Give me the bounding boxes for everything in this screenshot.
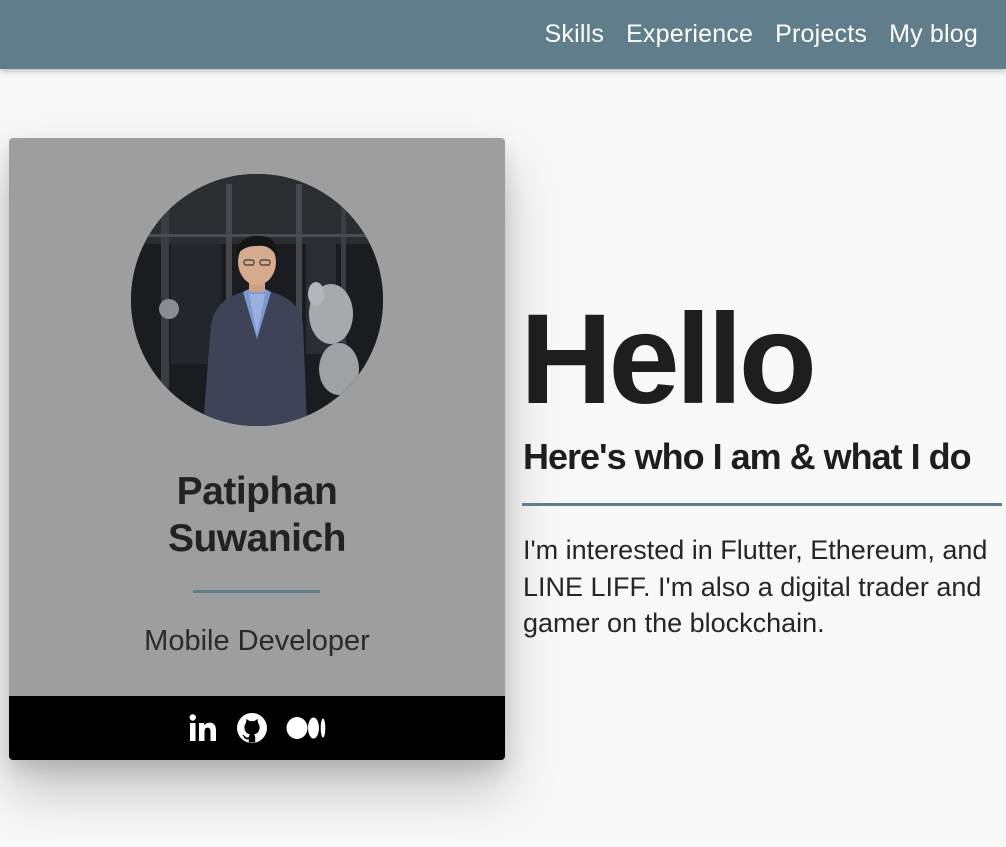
github-icon[interactable] — [236, 712, 268, 744]
hero-bio: I'm interested in Flutter, Ethereum, and… — [523, 535, 988, 638]
nav-link-my-blog[interactable]: My blog — [889, 20, 978, 49]
nav-link-experience[interactable]: Experience — [626, 20, 753, 49]
linkedin-icon[interactable] — [188, 713, 218, 743]
profile-name-text: Patiphan Suwanich — [167, 470, 347, 560]
hero-greeting: Hello — [520, 288, 817, 431]
profile-role: Mobile Developer — [144, 625, 370, 657]
nav-link-skills[interactable]: Skills — [545, 20, 605, 49]
profile-name: Patiphan Suwanich — [9, 468, 505, 562]
hero-divider — [522, 503, 1002, 506]
social-links-bar — [9, 696, 505, 760]
medium-icon[interactable] — [286, 715, 326, 741]
profile-photo — [131, 174, 383, 426]
card-divider — [193, 590, 320, 593]
profile-card: Patiphan Suwanich Mobile Developer — [9, 138, 505, 760]
hero-subtitle: Here's who I am & what I do — [523, 436, 972, 477]
top-navbar: Skills Experience Projects My blog — [0, 0, 1006, 69]
nav-link-projects[interactable]: Projects — [775, 20, 867, 49]
